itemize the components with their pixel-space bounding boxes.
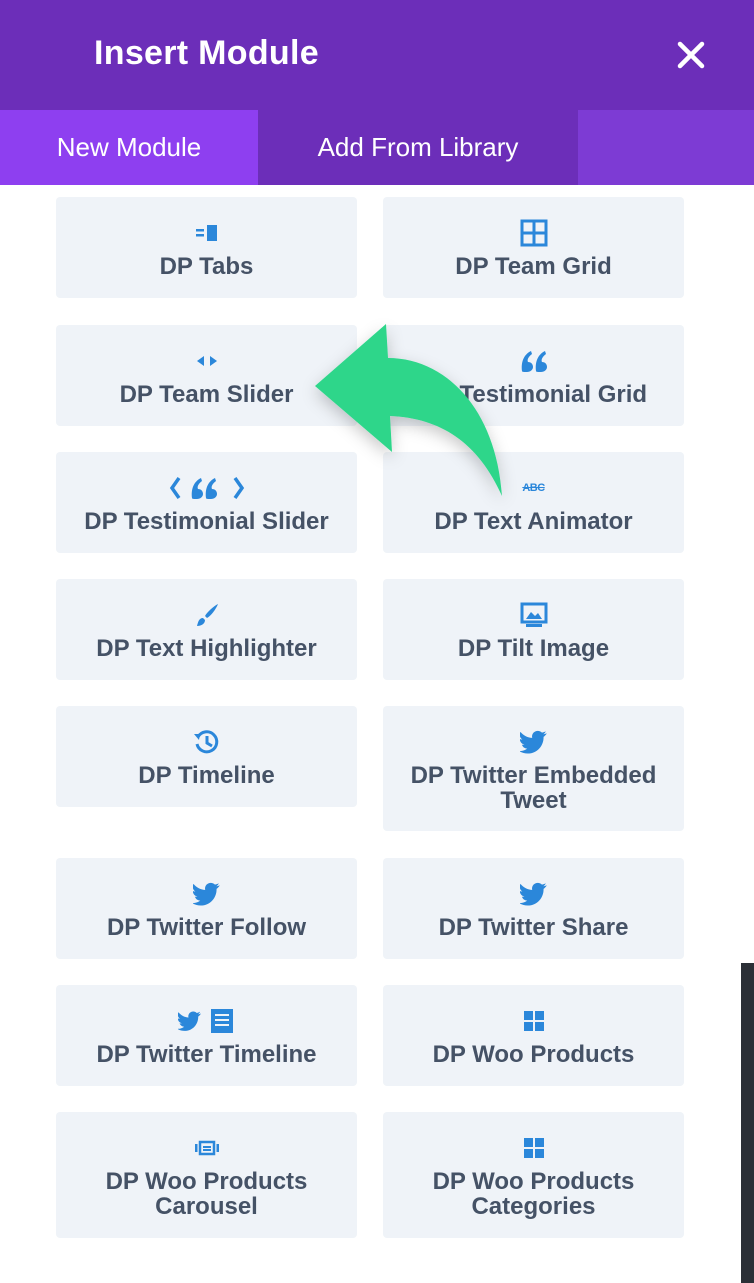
module-card-dp-woo-products-categories[interactable]: DP Woo Products Categories <box>383 1112 684 1238</box>
module-label: DP Timeline <box>138 762 275 789</box>
modal-header: Insert Module <box>0 0 754 110</box>
module-grid: DP Tabs DP Team Grid DP Team Slider DP T… <box>0 185 754 1283</box>
scrollbar[interactable] <box>741 963 754 1283</box>
module-label: DP Team Slider <box>119 381 294 408</box>
module-card-dp-tabs[interactable]: DP Tabs <box>56 197 357 298</box>
module-card-dp-tilt-image[interactable]: DP Tilt Image <box>383 579 684 680</box>
twitter-document-icon <box>56 1007 357 1035</box>
brush-icon <box>56 601 357 629</box>
module-label: DP Twitter Embedded Tweet <box>410 762 657 814</box>
module-label: DP Tabs <box>159 253 254 280</box>
module-card-dp-timeline[interactable]: DP Timeline <box>56 706 357 807</box>
module-card-dp-team-grid[interactable]: DP Team Grid <box>383 197 684 298</box>
tabs-icon <box>56 219 357 247</box>
quote-icon <box>383 347 684 375</box>
tab-bar: New Module Add From Library <box>0 110 754 185</box>
module-label: DP Woo Products <box>432 1041 635 1068</box>
module-label: DP Testimonial Grid <box>419 381 648 408</box>
module-card-dp-team-slider[interactable]: DP Team Slider <box>56 325 357 426</box>
quote-slider-icon <box>56 474 357 502</box>
close-icon[interactable] <box>672 36 710 74</box>
module-card-dp-twitter-follow[interactable]: DP Twitter Follow <box>56 858 357 959</box>
twitter-icon <box>56 880 357 908</box>
module-label: DP Twitter Follow <box>106 914 307 941</box>
module-label: DP Team Grid <box>455 253 612 280</box>
twitter-icon <box>383 880 684 908</box>
module-card-dp-woo-products[interactable]: DP Woo Products <box>383 985 684 1086</box>
image-icon <box>383 601 684 629</box>
module-label: DP Woo Products Carousel <box>105 1168 308 1220</box>
module-label: DP Tilt Image <box>457 635 610 662</box>
module-label: DP Twitter Timeline <box>96 1041 317 1068</box>
module-card-dp-testimonial-grid[interactable]: DP Testimonial Grid <box>383 325 684 426</box>
module-card-dp-text-highlighter[interactable]: DP Text Highlighter <box>56 579 357 680</box>
module-card-dp-twitter-timeline[interactable]: DP Twitter Timeline <box>56 985 357 1086</box>
slider-arrows-icon <box>56 347 357 375</box>
history-icon <box>56 728 357 756</box>
module-label: DP Twitter Share <box>438 914 629 941</box>
carousel-icon <box>56 1134 357 1162</box>
module-card-dp-twitter-embedded-tweet[interactable]: DP Twitter Embedded Tweet <box>383 706 684 831</box>
module-card-dp-twitter-share[interactable]: DP Twitter Share <box>383 858 684 959</box>
module-card-dp-testimonial-slider[interactable]: DP Testimonial Slider <box>56 452 357 553</box>
grid-squares-icon <box>383 1134 684 1162</box>
strikethrough-text-icon: ABC <box>383 474 684 502</box>
grid-icon <box>383 219 684 247</box>
module-label: DP Woo Products Categories <box>432 1168 635 1220</box>
module-label: DP Text Highlighter <box>96 635 317 662</box>
module-card-dp-text-animator[interactable]: ABC DP Text Animator <box>383 452 684 553</box>
module-label: DP Testimonial Slider <box>84 508 329 535</box>
grid-squares-icon <box>383 1007 684 1035</box>
abc-text: ABC <box>522 482 545 494</box>
module-label: DP Text Animator <box>434 508 633 535</box>
tab-new-module[interactable]: New Module <box>0 110 258 185</box>
tab-add-from-library[interactable]: Add From Library <box>258 110 578 185</box>
modal-title: Insert Module <box>94 34 319 72</box>
module-card-dp-woo-products-carousel[interactable]: DP Woo Products Carousel <box>56 1112 357 1238</box>
twitter-icon <box>383 728 684 756</box>
